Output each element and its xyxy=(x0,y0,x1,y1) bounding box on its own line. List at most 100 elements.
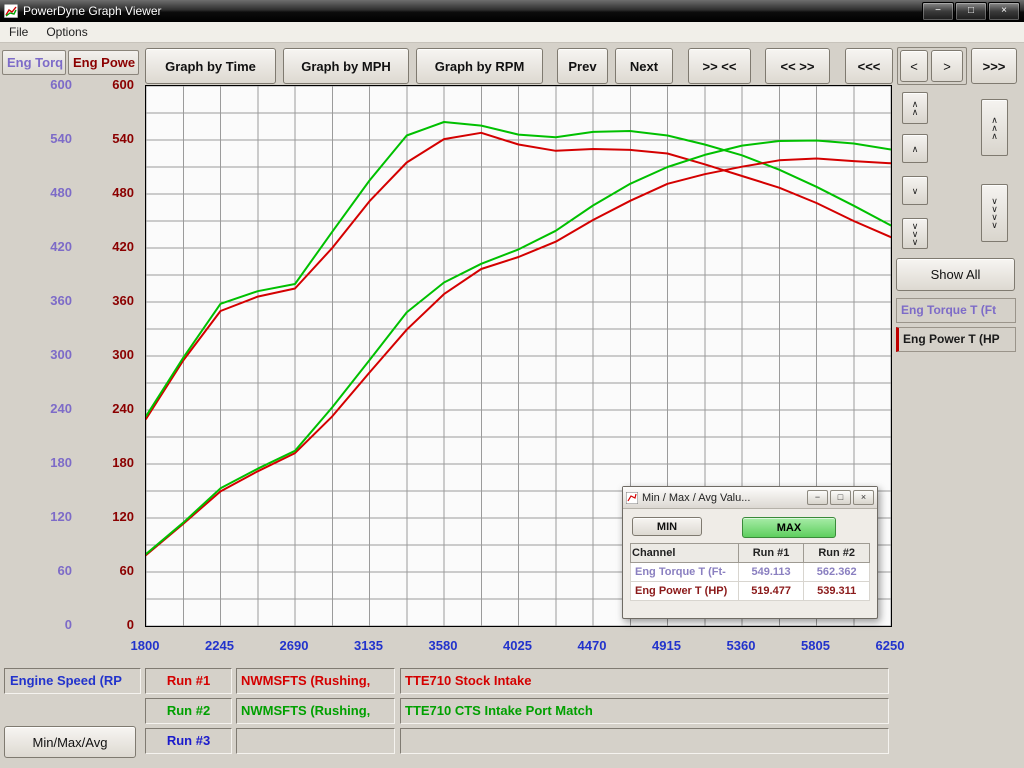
app-window: PowerDyne Graph Viewer − □ × File Option… xyxy=(0,0,1024,768)
column-run1: Run #1 xyxy=(738,544,804,563)
prev-button[interactable]: Prev xyxy=(557,48,608,84)
x-channel-selector[interactable]: Engine Speed (RP xyxy=(4,668,141,694)
graph-by-rpm-button[interactable]: Graph by RPM xyxy=(416,48,543,84)
power-tick-label: 420 xyxy=(112,239,134,254)
y-zoom-out-spinner[interactable]: ∨ ∨ ∨ ∨ xyxy=(981,184,1008,242)
menu-bar: File Options xyxy=(0,22,1024,43)
rpm-tick-label: 2245 xyxy=(205,638,234,653)
zoom-in-x-button[interactable]: >> << xyxy=(688,48,751,84)
torque-tick-label: 180 xyxy=(50,455,72,470)
power-tick-label: 540 xyxy=(112,131,134,146)
minmax-avg-button[interactable]: Min/Max/Avg xyxy=(4,726,136,758)
torque-channel-cell: Eng Torque T (Ft- xyxy=(631,563,739,582)
minmax-close-button[interactable]: × xyxy=(853,490,874,505)
rpm-tick-label: 5360 xyxy=(727,638,756,653)
power-tick-label: 0 xyxy=(127,617,134,632)
power-axis-labels: 600540480420360300240180120600 xyxy=(88,85,134,625)
power-tick-label: 300 xyxy=(112,347,134,362)
run2-name-cell: NWMSFTS (Rushing, xyxy=(236,698,395,724)
power-tick-label: 480 xyxy=(112,185,134,200)
menu-options[interactable]: Options xyxy=(37,23,96,41)
min-toggle-button[interactable]: MIN xyxy=(632,517,702,536)
rpm-tick-label: 1800 xyxy=(131,638,160,653)
power-tick-label: 600 xyxy=(112,77,134,92)
power-run1-value: 519.477 xyxy=(738,582,804,601)
rpm-tick-label: 5805 xyxy=(801,638,830,653)
table-row-power: Eng Power T (HP) 519.477 539.311 xyxy=(631,582,870,601)
legend-eng-power[interactable]: Eng Power T (HP xyxy=(896,327,1016,352)
torque-run1-value: 549.113 xyxy=(738,563,804,582)
rpm-axis-labels: 1800224526903135358040254470491553605805… xyxy=(145,638,890,656)
rpm-tick-label: 4025 xyxy=(503,638,532,653)
power-tick-label: 360 xyxy=(112,293,134,308)
rpm-tick-label: 3580 xyxy=(429,638,458,653)
max-toggle-button[interactable]: MAX xyxy=(742,517,836,538)
next-button[interactable]: Next xyxy=(615,48,673,84)
window-controls: − □ × xyxy=(922,2,1020,21)
minmax-window: Min / Max / Avg Valu... − □ × MIN MAX Ch… xyxy=(622,486,878,619)
scroll-far-right-button[interactable]: >>> xyxy=(971,48,1017,84)
y-scale-down-spinner[interactable]: ∨ ∨ ∨ xyxy=(902,218,928,249)
scroll-right-button[interactable]: > xyxy=(931,50,963,82)
rpm-tick-label: 4470 xyxy=(578,638,607,653)
minmax-header-row: Channel Run #1 Run #2 xyxy=(631,544,870,563)
scroll-left-button[interactable]: < xyxy=(900,50,928,82)
tab-eng-torque[interactable]: Eng Torq xyxy=(2,50,66,75)
torque-tick-label: 480 xyxy=(50,185,72,200)
y-shift-down-spinner[interactable]: ∨ xyxy=(902,176,928,205)
rpm-tick-label: 4915 xyxy=(652,638,681,653)
maximize-button[interactable]: □ xyxy=(955,2,987,21)
minmax-minimize-button[interactable]: − xyxy=(807,490,828,505)
minmax-window-title: Min / Max / Avg Valu... xyxy=(642,492,805,504)
graph-by-time-button[interactable]: Graph by Time xyxy=(145,48,276,84)
power-tick-label: 120 xyxy=(112,509,134,524)
run1-label-cell[interactable]: Run #1 xyxy=(145,668,232,694)
torque-tick-label: 300 xyxy=(50,347,72,362)
title-bar: PowerDyne Graph Viewer − □ × xyxy=(0,0,1024,22)
tab-eng-power[interactable]: Eng Powe xyxy=(68,50,139,75)
minmax-table: Channel Run #1 Run #2 Eng Torque T (Ft- … xyxy=(630,543,870,601)
torque-tick-label: 120 xyxy=(50,509,72,524)
minmax-window-body: MIN MAX Channel Run #1 Run #2 Eng Torque… xyxy=(623,509,877,606)
power-run2-value: 539.311 xyxy=(804,582,870,601)
show-all-button[interactable]: Show All xyxy=(896,258,1015,291)
run3-name-cell xyxy=(236,728,395,754)
run1-name-cell: NWMSFTS (Rushing, xyxy=(236,668,395,694)
window-title: PowerDyne Graph Viewer xyxy=(23,4,922,18)
torque-tick-label: 420 xyxy=(50,239,72,254)
run3-label-cell[interactable]: Run #3 xyxy=(145,728,232,754)
minmax-title-bar[interactable]: Min / Max / Avg Valu... − □ × xyxy=(623,487,877,509)
torque-tick-label: 540 xyxy=(50,131,72,146)
graph-by-mph-button[interactable]: Graph by MPH xyxy=(283,48,409,84)
torque-tick-label: 0 xyxy=(65,617,72,632)
scroll-far-left-button[interactable]: <<< xyxy=(845,48,893,84)
run1-note-cell: TTE710 Stock Intake xyxy=(400,668,889,694)
minimize-button[interactable]: − xyxy=(922,2,954,21)
torque-tick-label: 360 xyxy=(50,293,72,308)
rpm-tick-label: 6250 xyxy=(876,638,905,653)
app-icon xyxy=(4,4,18,18)
rpm-tick-label: 3135 xyxy=(354,638,383,653)
torque-tick-label: 600 xyxy=(50,77,72,92)
power-tick-label: 60 xyxy=(120,563,134,578)
zoom-out-x-button[interactable]: << >> xyxy=(765,48,830,84)
run3-note-cell xyxy=(400,728,889,754)
run2-label-cell[interactable]: Run #2 xyxy=(145,698,232,724)
menu-file[interactable]: File xyxy=(0,23,37,41)
rpm-tick-label: 2690 xyxy=(280,638,309,653)
y-zoom-in-spinner[interactable]: ∧ ∧ ∧ xyxy=(981,99,1008,156)
torque-tick-label: 60 xyxy=(58,563,72,578)
power-channel-cell: Eng Power T (HP) xyxy=(631,582,739,601)
column-channel: Channel xyxy=(631,544,739,563)
legend-eng-torque[interactable]: Eng Torque T (Ft xyxy=(896,298,1016,323)
power-tick-label: 180 xyxy=(112,455,134,470)
table-row-torque: Eng Torque T (Ft- 549.113 562.362 xyxy=(631,563,870,582)
minmax-restore-button[interactable]: □ xyxy=(830,490,851,505)
y-scale-up-spinner[interactable]: ∧ ∧ xyxy=(902,92,928,124)
power-tick-label: 240 xyxy=(112,401,134,416)
torque-run2-value: 562.362 xyxy=(804,563,870,582)
close-button[interactable]: × xyxy=(988,2,1020,21)
torque-axis-labels: 600540480420360300240180120600 xyxy=(28,85,72,625)
y-shift-up-spinner[interactable]: ∧ xyxy=(902,134,928,163)
torque-tick-label: 240 xyxy=(50,401,72,416)
